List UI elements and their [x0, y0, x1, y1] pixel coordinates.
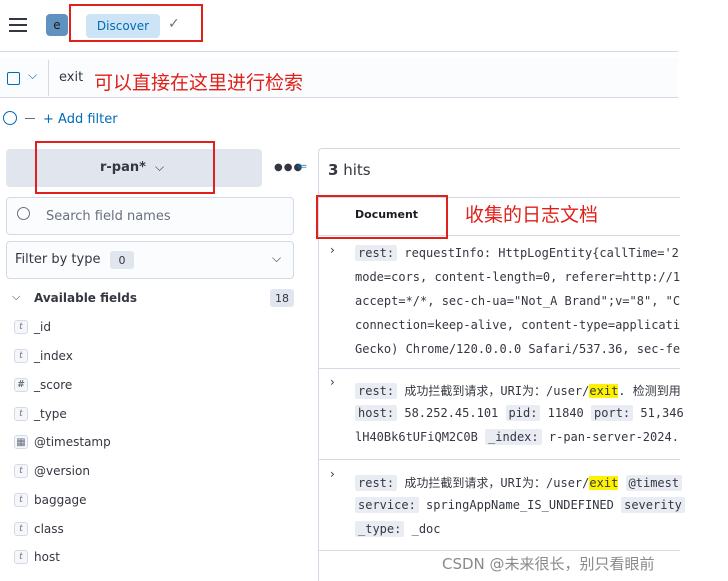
- field-name: baggage: [34, 493, 87, 507]
- app-badge[interactable]: e: [46, 14, 68, 36]
- string-type-icon: t: [14, 320, 28, 334]
- chevron-down-icon[interactable]: ⌵: [28, 68, 37, 83]
- doc2-line2: host: 58.252.45.101 pid: 11840 port: 51,…: [355, 405, 684, 421]
- field-item[interactable]: t _type: [14, 404, 67, 424]
- field-name: class: [34, 522, 64, 536]
- document-annotation: 收集的日志文档: [465, 204, 599, 226]
- add-filter-link[interactable]: + Add filter: [43, 112, 118, 127]
- watermark: CSDN @未来很长，别只看眼前: [442, 555, 655, 573]
- row-divider: [318, 459, 680, 460]
- field-item[interactable]: t _index: [14, 346, 73, 366]
- doc1-line5: Gecko) Chrome/120.0.0.0 Safari/537.36, s…: [355, 342, 681, 356]
- menu-icon[interactable]: [9, 18, 27, 32]
- available-fields-heading[interactable]: Available fields: [34, 291, 137, 305]
- available-fields-count: 18: [270, 289, 294, 307]
- search-icon: [17, 207, 30, 220]
- field-name: _index: [34, 349, 73, 363]
- expand-chevron-icon[interactable]: ›: [330, 375, 335, 389]
- field-item[interactable]: # _score: [14, 375, 72, 395]
- filter-separator: [25, 118, 35, 119]
- doc1-line1: rest: requestInfo: HttpLogEntity{callTim…: [355, 245, 679, 261]
- expand-chevron-icon[interactable]: ›: [330, 243, 335, 257]
- hits-counter: 3 hits: [328, 161, 371, 179]
- field-item[interactable]: ▦ @timestamp: [14, 432, 111, 452]
- doc2-line3: lH40Bk6tUFiQM2C0B _index: r-pan-server-2…: [355, 429, 679, 445]
- field-item[interactable]: t @version: [14, 461, 90, 481]
- string-type-icon: t: [14, 522, 28, 536]
- doc2-line1: rest: 成功拦截到请求，URI为：/user/exit. 检测到用: [355, 382, 681, 399]
- doc3-line3: _type: _doc: [355, 521, 441, 537]
- save-query-icon[interactable]: [7, 72, 20, 85]
- field-item[interactable]: t host: [14, 547, 60, 567]
- field-name: _id: [34, 320, 51, 334]
- query-annotation: 可以直接在这里进行检索: [94, 72, 304, 94]
- row-divider: [318, 368, 680, 369]
- string-type-icon: t: [14, 550, 28, 564]
- expand-chevron-icon[interactable]: ›: [330, 467, 335, 481]
- string-type-icon: t: [14, 349, 28, 363]
- field-item[interactable]: t baggage: [14, 490, 87, 510]
- document-highlight-box: [316, 195, 448, 239]
- calendar-icon: ▦: [14, 435, 28, 449]
- search-placeholder: Search field names: [46, 209, 171, 224]
- query-input[interactable]: exit: [59, 70, 83, 85]
- field-item[interactable]: t class: [14, 519, 64, 539]
- field-name: _score: [34, 378, 73, 392]
- tab-highlight-box: [69, 4, 203, 42]
- field-name: _type: [34, 407, 67, 421]
- doc1-line3: accept=*/*, sec-ch-ua="Not_A Brand";v="8…: [355, 294, 681, 308]
- chevron-down-icon[interactable]: ⌵: [12, 290, 20, 304]
- collapse-sidebar-icon[interactable]: ⇐: [297, 159, 307, 173]
- row-divider: [318, 550, 680, 551]
- string-type-icon: t: [14, 464, 28, 478]
- doc3-line2: service: springAppName_IS_UNDEFINED seve…: [355, 497, 685, 513]
- doc1-line4: connection=keep-alive, content-type=appl…: [355, 318, 681, 332]
- filter-count-badge: 0: [110, 251, 134, 269]
- field-name: @timestamp: [34, 435, 111, 449]
- filter-by-type-label: Filter by type: [15, 252, 101, 267]
- chevron-down-icon: ⌵: [272, 251, 282, 265]
- field-item[interactable]: t _id: [14, 317, 51, 337]
- string-type-icon: t: [14, 407, 28, 421]
- field-name: host: [34, 550, 60, 564]
- string-type-icon: t: [14, 493, 28, 507]
- filter-options-icon[interactable]: [3, 111, 17, 125]
- number-type-icon: #: [14, 378, 28, 392]
- divider: [48, 60, 49, 96]
- index-highlight-box: [35, 141, 215, 194]
- doc3-line1: rest: 成功拦截到请求，URI为：/user/exit @timest: [355, 474, 683, 491]
- doc1-line2: mode=cors, content-length=0, referer=htt…: [355, 270, 681, 284]
- field-name: @version: [34, 464, 90, 478]
